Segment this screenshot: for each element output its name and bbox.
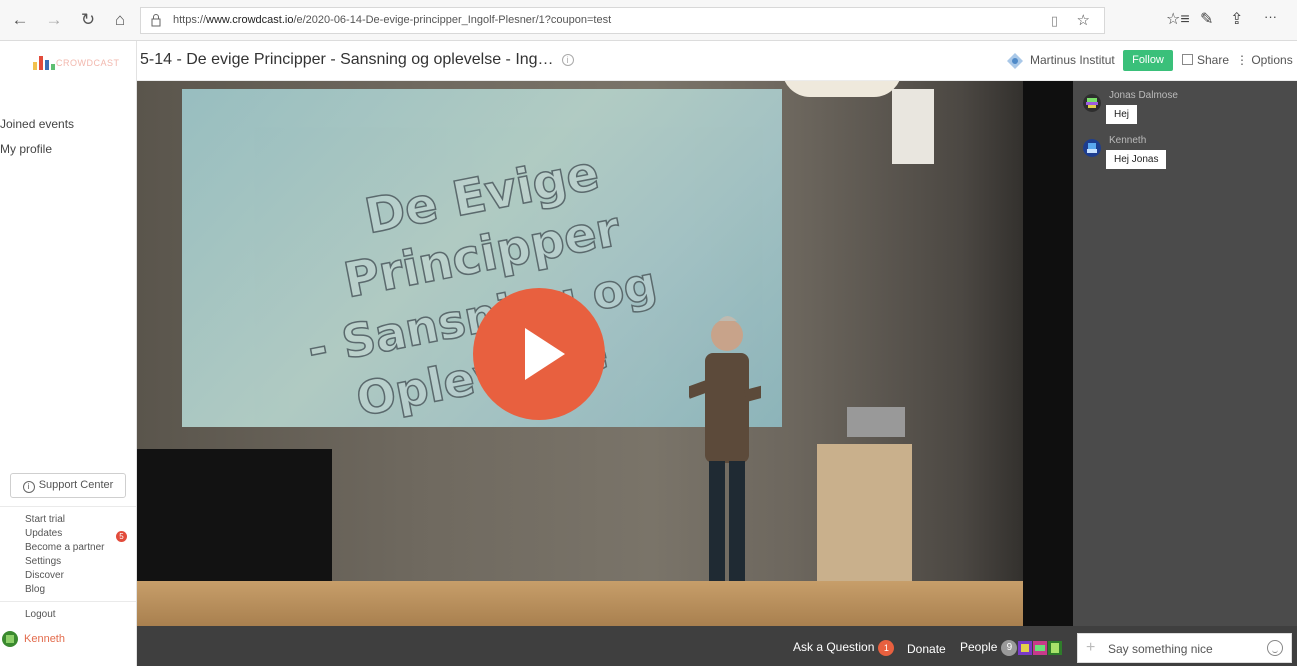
people-count-badge: 9 — [1001, 640, 1018, 656]
sidebar: CROWDCAST Joined events My profile i Supp… — [0, 41, 137, 666]
sidebar-item-start-trial[interactable]: Start trial — [25, 514, 65, 525]
wall-speaker — [892, 89, 934, 164]
bottom-toolbar: Ask a Question 1 Donate People 9 + — [137, 626, 1297, 666]
url-text: https://www.crowdcast.io/e/2020-06-14-De… — [173, 14, 612, 26]
share-button[interactable]: Share — [1182, 53, 1229, 67]
options-button[interactable]: ⋮ Options — [1236, 53, 1293, 67]
reading-view-icon[interactable]: ▯ — [1051, 13, 1058, 29]
avatar — [1048, 641, 1063, 655]
piano — [137, 449, 332, 599]
ask-question-button[interactable]: Ask a Question 1 — [793, 640, 895, 656]
chat-message-text: Hej — [1106, 105, 1138, 124]
question-count-badge: 1 — [878, 640, 895, 656]
avatar[interactable] — [1083, 94, 1101, 112]
pen-icon[interactable]: ✎ — [1200, 9, 1213, 29]
video-letterbox — [1023, 81, 1073, 626]
laptop — [847, 407, 905, 437]
avatar — [1018, 641, 1033, 655]
sidebar-item-become-partner[interactable]: Become a partner — [25, 542, 105, 553]
donate-button[interactable]: Donate — [907, 642, 946, 656]
share-icon — [1182, 54, 1193, 65]
crowdcast-logo[interactable]: CROWDCAST — [33, 55, 123, 73]
avatar[interactable] — [1083, 139, 1101, 157]
share-page-icon[interactable]: ⇪ — [1230, 9, 1243, 29]
browser-toolbar: ← → ↻ ⌂ https://www.crowdcast.io/e/2020-… — [0, 0, 1297, 41]
address-bar[interactable]: https://www.crowdcast.io/e/2020-06-14-De… — [140, 7, 1105, 34]
play-icon — [525, 328, 565, 380]
logo-text: CROWDCAST — [56, 58, 120, 68]
sidebar-item-discover[interactable]: Discover — [25, 570, 64, 581]
favorites-hub-icon[interactable]: ☆≡ — [1166, 9, 1190, 29]
updates-badge: 5 — [116, 531, 127, 542]
people-button[interactable]: People 9 — [960, 640, 1063, 656]
current-user-name[interactable]: Kenneth — [24, 633, 65, 645]
sidebar-item-joined-events[interactable]: Joined events — [0, 117, 74, 131]
logout-link[interactable]: Logout — [25, 609, 56, 620]
chat-message-author: Kenneth — [1109, 135, 1147, 146]
sidebar-item-updates[interactable]: Updates — [25, 528, 62, 539]
host-logo-icon[interactable] — [1006, 52, 1024, 70]
sidebar-item-my-profile[interactable]: My profile — [0, 142, 52, 156]
divider — [0, 506, 136, 507]
host-name[interactable]: Martinus Institut — [1030, 53, 1115, 67]
emoji-icon[interactable] — [1267, 640, 1283, 656]
avatar — [1033, 641, 1048, 655]
sidebar-item-blog[interactable]: Blog — [25, 584, 45, 595]
podium — [817, 444, 912, 584]
chat-input[interactable] — [1108, 640, 1258, 658]
play-button[interactable] — [473, 288, 605, 420]
lock-icon — [151, 14, 161, 27]
ceiling-lamp — [782, 81, 902, 97]
refresh-icon[interactable]: ↻ — [76, 8, 100, 32]
video-player[interactable]: De Evige Principper - Sansning og Opleve… — [137, 81, 1073, 626]
stage-floor — [137, 581, 1023, 626]
logo-bars-icon — [33, 56, 55, 70]
home-icon[interactable]: ⌂ — [108, 8, 132, 32]
back-icon[interactable]: ← — [8, 8, 32, 32]
avatar[interactable] — [2, 631, 18, 647]
chat-message-author: Jonas Dalmose — [1109, 90, 1178, 101]
support-center-button[interactable]: i Support Center — [10, 473, 126, 498]
event-header: 5-14 - De evige Principper - Sansning og… — [0, 41, 1297, 81]
favorite-star-icon[interactable]: ☆ — [1077, 11, 1090, 29]
event-title: 5-14 - De evige Principper - Sansning og… — [140, 51, 574, 69]
chat-composer: + — [1077, 633, 1292, 663]
speaker-person — [689, 316, 761, 609]
follow-button[interactable]: Follow — [1123, 50, 1173, 71]
info-circle-icon: i — [22, 481, 35, 493]
chat-message-text: Hej Jonas — [1106, 150, 1167, 169]
forward-icon[interactable]: → — [42, 8, 66, 32]
info-icon[interactable]: i — [561, 53, 574, 66]
sidebar-item-settings[interactable]: Settings — [25, 556, 61, 567]
divider — [0, 601, 136, 602]
add-attachment-icon[interactable]: + — [1086, 639, 1095, 657]
chat-panel: Jonas Dalmose Hej Kenneth Hej Jonas — [1073, 81, 1297, 626]
more-icon[interactable]: ··· — [1264, 9, 1277, 24]
